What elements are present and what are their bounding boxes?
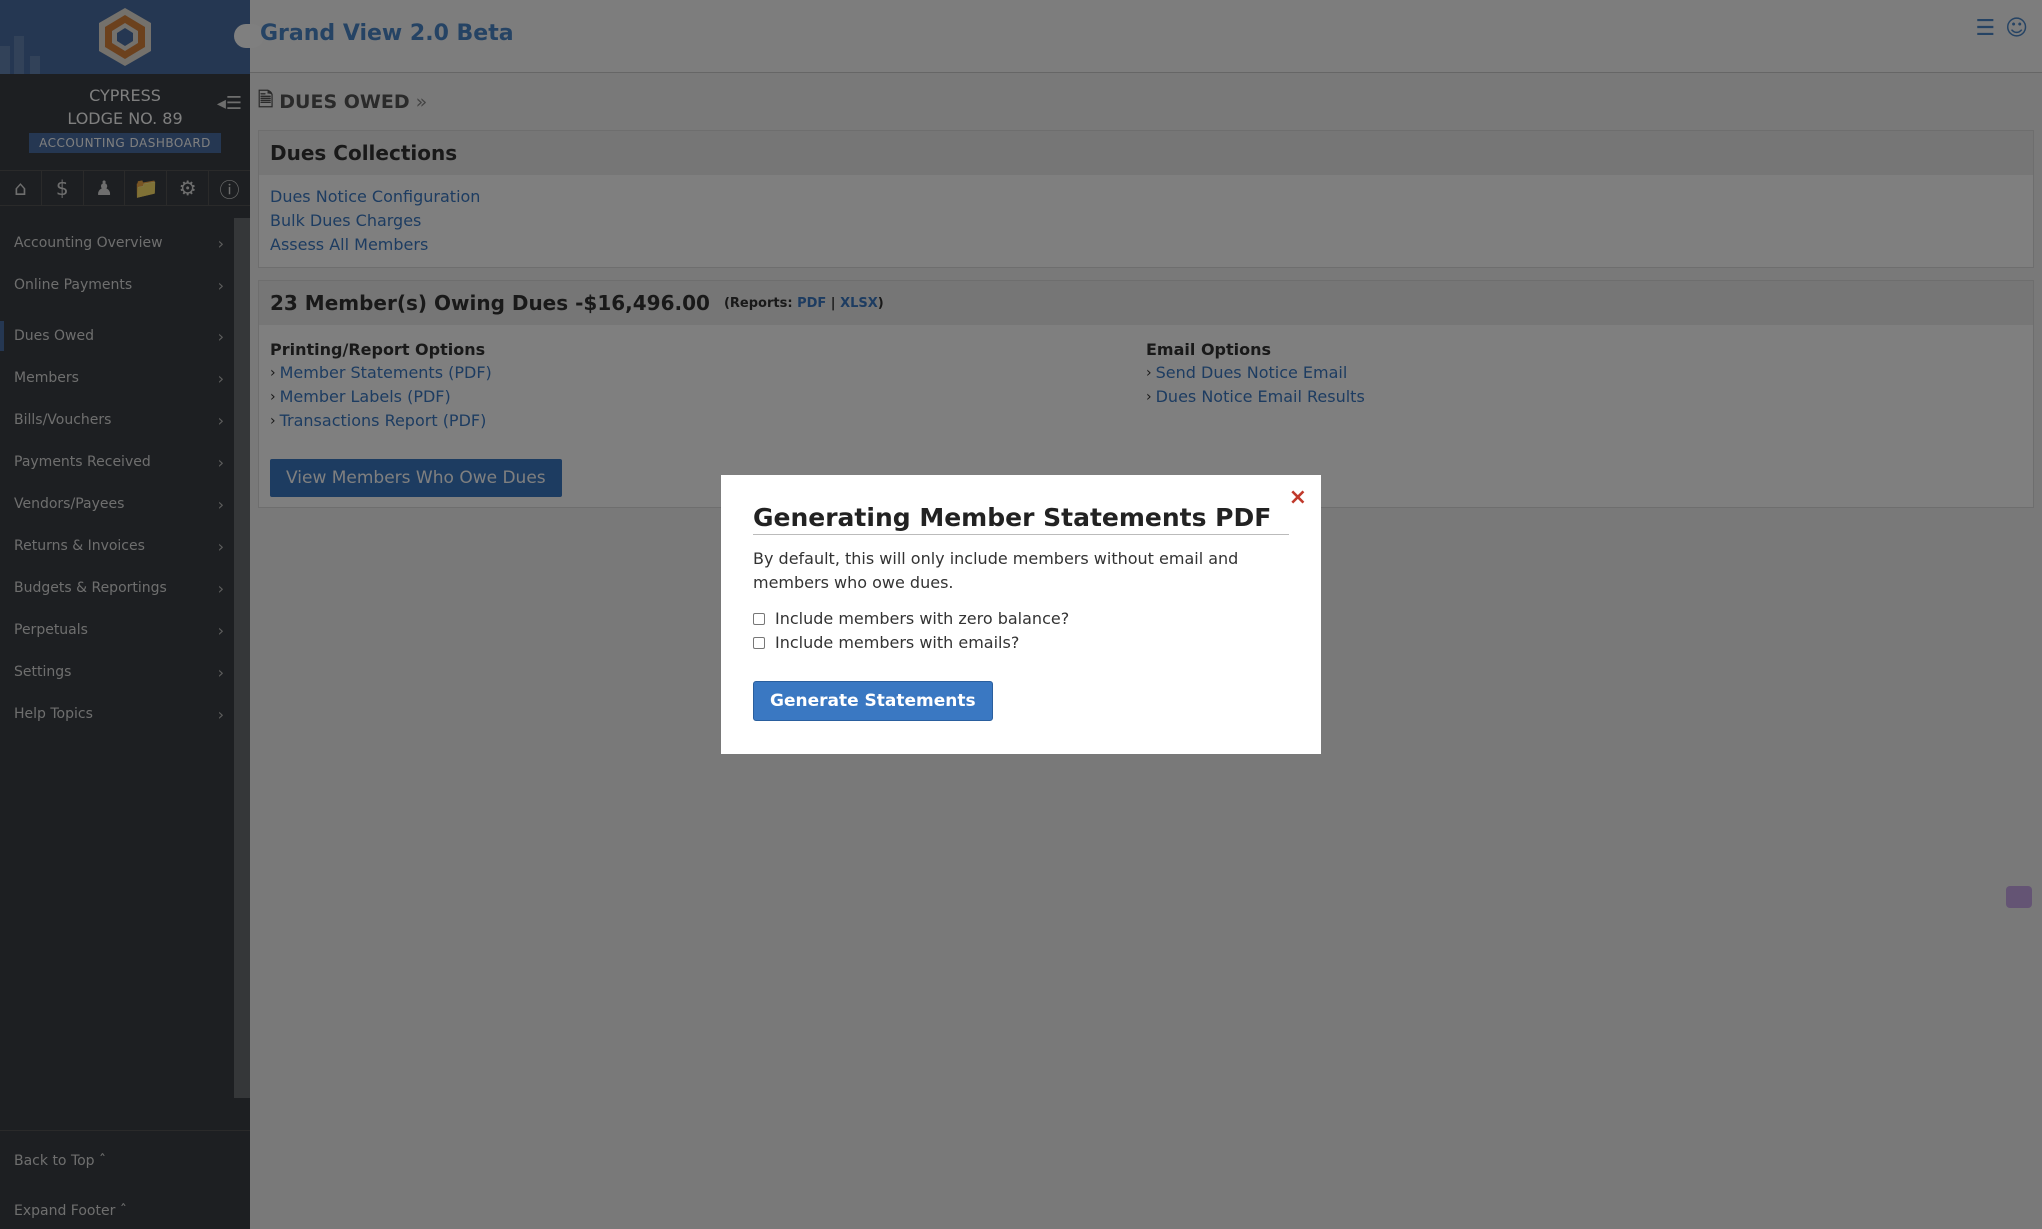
emails-checkbox[interactable] <box>753 637 765 649</box>
generate-statements-modal: × Generating Member Statements PDF By de… <box>721 475 1321 754</box>
modal-description: By default, this will only include membe… <box>753 549 1239 592</box>
close-icon[interactable]: × <box>1289 485 1307 510</box>
zero-balance-checkbox[interactable] <box>753 613 765 625</box>
emails-option[interactable]: Include members with emails? <box>753 631 1289 655</box>
zero-balance-option[interactable]: Include members with zero balance? <box>753 607 1289 631</box>
modal-title: Generating Member Statements PDF <box>753 503 1289 535</box>
generate-statements-button[interactable]: Generate Statements <box>753 681 993 721</box>
